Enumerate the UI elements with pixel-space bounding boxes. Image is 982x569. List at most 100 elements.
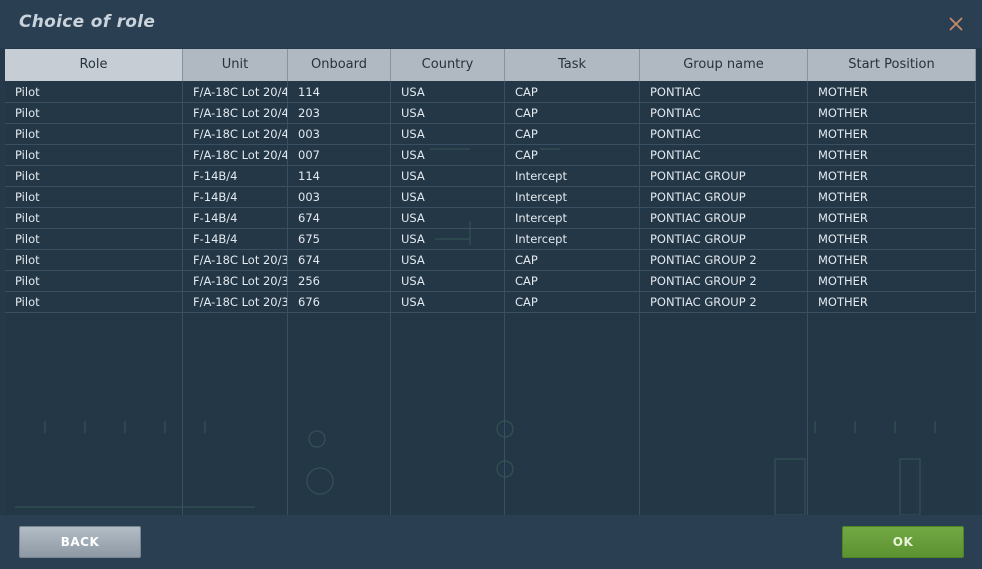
cell-task: CAP: [505, 292, 640, 312]
cell-start: MOTHER: [808, 124, 976, 144]
cell-onboard: 007: [288, 145, 391, 165]
back-button[interactable]: BACK: [19, 526, 141, 558]
cell-start: MOTHER: [808, 292, 976, 312]
close-icon[interactable]: [946, 14, 966, 34]
cell-start: MOTHER: [808, 145, 976, 165]
cell-task: CAP: [505, 124, 640, 144]
column-divider: [287, 81, 288, 515]
cell-onboard: 003: [288, 187, 391, 207]
cell-onboard: 203: [288, 103, 391, 123]
cell-country: USA: [391, 103, 505, 123]
table-row[interactable]: Pilot F/A-18C Lot 20/4 003 USA CAP PONTIAC MOT…: [5, 124, 976, 145]
cell-group: PONTIAC: [640, 103, 808, 123]
cell-role: Pilot: [5, 208, 183, 228]
cell-unit: F/A-18C Lot 20/3: [183, 292, 288, 312]
cell-unit: F/A-18C Lot 20/3: [183, 250, 288, 270]
table-row[interactable]: Pilot F/A-18C Lot 20/4 203 USA CAP PONTIAC MOT…: [5, 103, 976, 124]
cell-group: PONTIAC: [640, 145, 808, 165]
cell-country: USA: [391, 145, 505, 165]
cell-unit: F-14B/4: [183, 229, 288, 249]
cell-unit: F-14B/4: [183, 166, 288, 186]
table-row[interactable]: Pilot F-14B/4 003 USA Intercept PONTIAC GROUP…: [5, 187, 976, 208]
cell-onboard: 676: [288, 292, 391, 312]
cell-onboard: 114: [288, 82, 391, 102]
cell-unit: F-14B/4: [183, 208, 288, 228]
cell-task: Intercept: [505, 229, 640, 249]
column-header-role[interactable]: Role: [5, 49, 183, 81]
cell-start: MOTHER: [808, 166, 976, 186]
column-header-task[interactable]: Task: [505, 49, 640, 81]
cell-task: CAP: [505, 103, 640, 123]
column-header-onboard[interactable]: Onboard: [288, 49, 391, 81]
cell-start: MOTHER: [808, 271, 976, 291]
column-header-unit[interactable]: Unit: [183, 49, 288, 81]
cell-group: PONTIAC GROUP 2: [640, 292, 808, 312]
table-row[interactable]: Pilot F-14B/4 114 USA Intercept PONTIAC GROUP…: [5, 166, 976, 187]
table-row[interactable]: Pilot F/A-18C Lot 20/3 676 USA CAP PONTIAC GR…: [5, 292, 976, 313]
cell-task: CAP: [505, 250, 640, 270]
cell-country: USA: [391, 187, 505, 207]
table-row[interactable]: Pilot F/A-18C Lot 20/4 114 USA CAP PONTIAC MOT…: [5, 82, 976, 103]
column-divider: [807, 81, 808, 515]
column-header-start[interactable]: Start Position: [808, 49, 976, 81]
cell-role: Pilot: [5, 145, 183, 165]
table-row[interactable]: Pilot F/A-18C Lot 20/3 674 USA CAP PONTIAC GR…: [5, 250, 976, 271]
cell-group: PONTIAC: [640, 124, 808, 144]
cell-task: CAP: [505, 145, 640, 165]
cell-role: Pilot: [5, 103, 183, 123]
cell-start: MOTHER: [808, 187, 976, 207]
cell-onboard: 256: [288, 271, 391, 291]
cell-task: CAP: [505, 271, 640, 291]
cell-country: USA: [391, 166, 505, 186]
column-divider: [390, 81, 391, 515]
cell-role: Pilot: [5, 229, 183, 249]
cell-country: USA: [391, 271, 505, 291]
cell-country: USA: [391, 82, 505, 102]
cell-group: PONTIAC GROUP: [640, 208, 808, 228]
cell-task: Intercept: [505, 187, 640, 207]
cell-group: PONTIAC GROUP 2: [640, 271, 808, 291]
cell-unit: F-14B/4: [183, 187, 288, 207]
table-row[interactable]: Pilot F-14B/4 675 USA Intercept PONTIAC GROUP…: [5, 229, 976, 250]
cell-country: USA: [391, 229, 505, 249]
dialog-footer: BACK OK: [0, 515, 982, 569]
cell-task: Intercept: [505, 208, 640, 228]
cell-start: MOTHER: [808, 103, 976, 123]
cell-onboard: 003: [288, 124, 391, 144]
cell-unit: F/A-18C Lot 20/4: [183, 124, 288, 144]
cell-group: PONTIAC GROUP: [640, 166, 808, 186]
cell-country: USA: [391, 124, 505, 144]
table-row[interactable]: Pilot F/A-18C Lot 20/3 256 USA CAP PONTIAC GR…: [5, 271, 976, 292]
table-row[interactable]: Pilot F/A-18C Lot 20/4 007 USA CAP PONTIAC MOT…: [5, 145, 976, 166]
cell-group: PONTIAC GROUP: [640, 187, 808, 207]
table-body: Pilot F/A-18C Lot 20/4 114 USA CAP PONTIAC MOT…: [5, 82, 976, 313]
title-bar: Choice of role: [0, 0, 982, 48]
cell-group: PONTIAC GROUP: [640, 229, 808, 249]
dialog-title: Choice of role: [19, 12, 156, 32]
column-divider: [182, 81, 183, 515]
cell-role: Pilot: [5, 250, 183, 270]
cell-country: USA: [391, 292, 505, 312]
column-header-group[interactable]: Group name: [640, 49, 808, 81]
ok-button[interactable]: OK: [842, 526, 964, 558]
cell-unit: F/A-18C Lot 20/4: [183, 103, 288, 123]
cell-start: MOTHER: [808, 250, 976, 270]
column-header-country[interactable]: Country: [391, 49, 505, 81]
cell-onboard: 114: [288, 166, 391, 186]
cell-task: Intercept: [505, 166, 640, 186]
cell-country: USA: [391, 208, 505, 228]
table-row[interactable]: Pilot F-14B/4 674 USA Intercept PONTIAC GROUP…: [5, 208, 976, 229]
cell-group: PONTIAC GROUP 2: [640, 250, 808, 270]
cell-role: Pilot: [5, 82, 183, 102]
role-choice-dialog: Choice of role Role Unit Onboard Country…: [0, 0, 982, 569]
cell-role: Pilot: [5, 292, 183, 312]
cell-start: MOTHER: [808, 82, 976, 102]
cell-onboard: 675: [288, 229, 391, 249]
cell-onboard: 674: [288, 250, 391, 270]
cell-task: CAP: [505, 82, 640, 102]
column-divider: [639, 81, 640, 515]
cell-onboard: 674: [288, 208, 391, 228]
cell-unit: F/A-18C Lot 20/3: [183, 271, 288, 291]
cell-group: PONTIAC: [640, 82, 808, 102]
cell-role: Pilot: [5, 187, 183, 207]
